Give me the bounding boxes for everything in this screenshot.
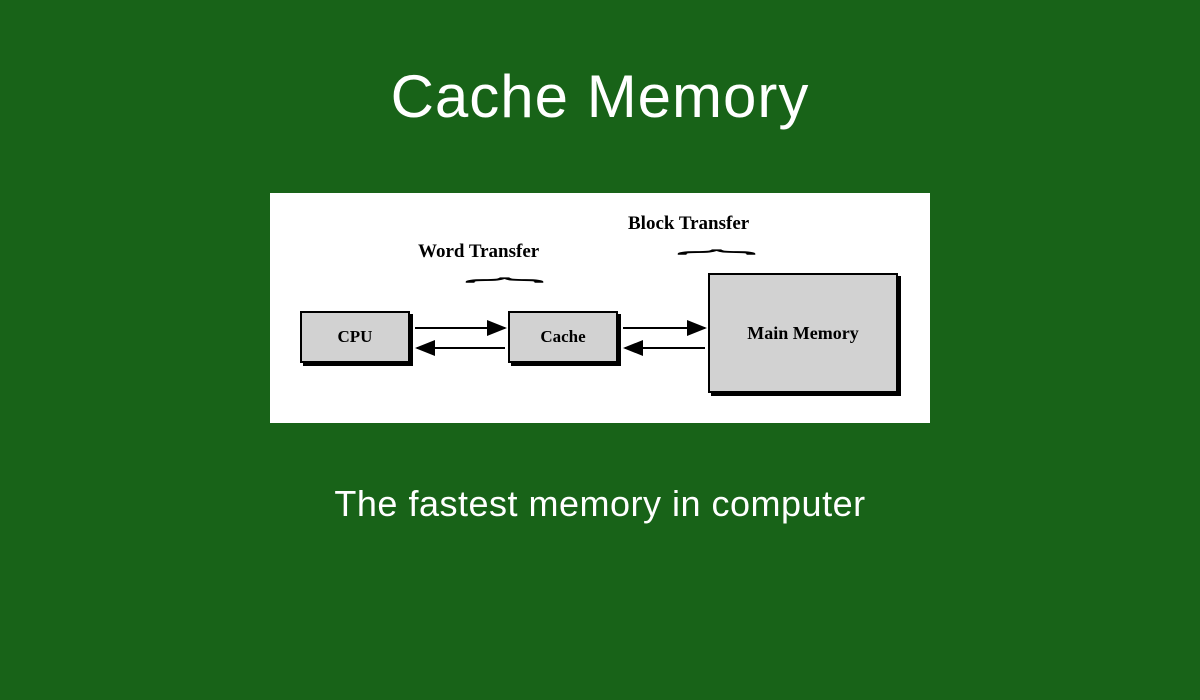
brace-icon: ⏞ — [676, 251, 757, 274]
page-title: Cache Memory — [391, 62, 810, 131]
cpu-block: CPU — [300, 311, 410, 363]
block-transfer-label: Block Transfer — [628, 213, 749, 235]
page-subtitle: The fastest memory in computer — [334, 483, 865, 525]
word-transfer-label: Word Transfer — [418, 241, 539, 263]
main-memory-block: Main Memory — [708, 273, 898, 393]
diagram-panel: Word Transfer Block Transfer ⏞ ⏞ CPU Cac… — [270, 193, 930, 423]
brace-icon: ⏞ — [464, 279, 545, 302]
cache-block: Cache — [508, 311, 618, 363]
